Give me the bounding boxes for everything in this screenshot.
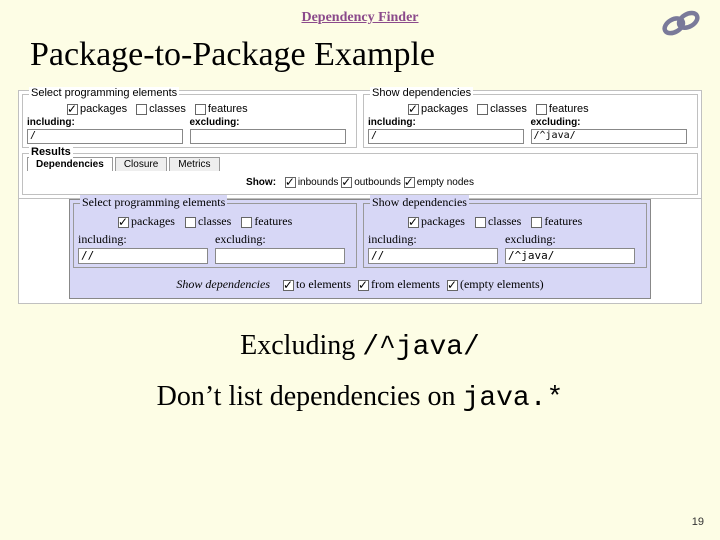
app-title: Dependency Finder: [301, 10, 418, 26]
chain-logo-icon: [654, 4, 708, 44]
excluding-label: excluding:: [190, 117, 353, 128]
excluding-label: excluding:: [215, 232, 352, 247]
to-element-checkbox[interactable]: to elements: [283, 277, 351, 291]
filter-panel-bottom-wrap: Select programming elements packages cla…: [18, 199, 702, 304]
empty-nodes-checkbox[interactable]: empty nodes: [404, 177, 474, 188]
including-label: including:: [368, 117, 531, 128]
classes-checkbox[interactable]: classes: [185, 214, 231, 228]
features-checkbox[interactable]: features: [195, 103, 248, 115]
classes-checkbox[interactable]: classes: [136, 103, 186, 115]
show-dependencies-fieldset: Show dependencies packages classes featu…: [363, 94, 698, 148]
tab-metrics[interactable]: Metrics: [169, 157, 219, 171]
including-input[interactable]: /: [27, 129, 183, 144]
packages-checkbox[interactable]: packages: [67, 103, 127, 115]
callout-dont-list: Don’t list dependencies on java.*: [0, 381, 720, 414]
excluding-input[interactable]: /^java/: [531, 129, 687, 144]
packages-checkbox[interactable]: packages: [118, 214, 175, 228]
select-elements-legend: Select programming elements: [29, 87, 179, 99]
excluding-label: excluding:: [531, 117, 694, 128]
select-elements-fieldset: Select programming elements packages cla…: [22, 94, 357, 148]
features-checkbox[interactable]: features: [531, 214, 582, 228]
results-legend: Results: [29, 146, 73, 158]
excluding-input[interactable]: /^java/: [505, 248, 635, 264]
from-element-checkbox[interactable]: from elements: [358, 277, 440, 291]
filter-panel-top: Select programming elements packages cla…: [18, 90, 702, 199]
including-input[interactable]: /: [368, 129, 524, 144]
including-label: including:: [27, 117, 190, 128]
excluding-input[interactable]: [190, 129, 346, 144]
filter-panel-bottom: Select programming elements packages cla…: [69, 199, 651, 299]
show-dependencies-label: Show dependencies: [176, 277, 270, 291]
slide-title: Package-to-Package Example: [0, 32, 720, 84]
outbounds-checkbox[interactable]: outbounds: [341, 177, 401, 188]
empty-elements-checkbox[interactable]: (empty elements): [447, 277, 544, 291]
page-number: 19: [692, 516, 704, 528]
excluding-label: excluding:: [505, 232, 642, 247]
including-label: including:: [368, 232, 505, 247]
including-label: including:: [78, 232, 215, 247]
inbounds-checkbox[interactable]: inbounds: [285, 177, 339, 188]
packages-checkbox[interactable]: packages: [408, 103, 468, 115]
show-dependencies-legend: Show dependencies: [370, 87, 473, 99]
tab-closure[interactable]: Closure: [115, 157, 167, 171]
show-dependencies-fieldset: Show dependencies packages classes featu…: [363, 203, 647, 268]
including-input[interactable]: //: [78, 248, 208, 264]
show-dependencies-legend: Show dependencies: [370, 195, 469, 210]
tab-dependencies[interactable]: Dependencies: [27, 157, 113, 171]
results-fieldset: Results Dependencies Closure Metrics Sho…: [22, 153, 698, 195]
classes-checkbox[interactable]: classes: [475, 214, 521, 228]
features-checkbox[interactable]: features: [536, 103, 589, 115]
show-label: Show:: [246, 177, 276, 188]
excluding-input[interactable]: [215, 248, 345, 264]
select-elements-legend: Select programming elements: [80, 195, 227, 210]
callout-excluding: Excluding /^java/: [0, 330, 720, 363]
features-checkbox[interactable]: features: [241, 214, 292, 228]
select-elements-fieldset: Select programming elements packages cla…: [73, 203, 357, 268]
classes-checkbox[interactable]: classes: [477, 103, 527, 115]
including-input[interactable]: //: [368, 248, 498, 264]
packages-checkbox[interactable]: packages: [408, 214, 465, 228]
